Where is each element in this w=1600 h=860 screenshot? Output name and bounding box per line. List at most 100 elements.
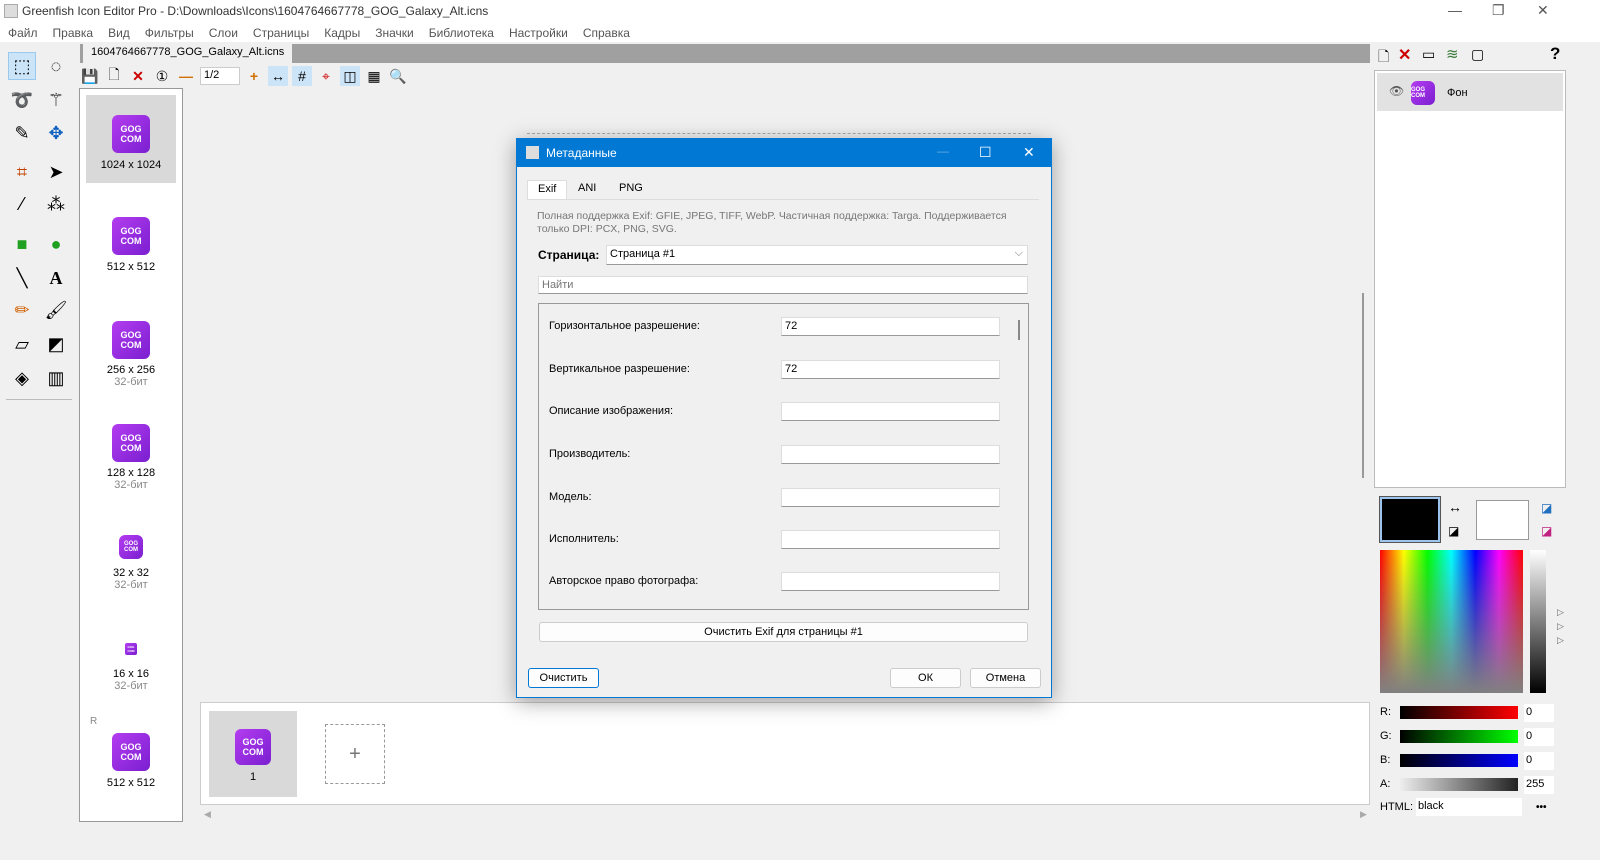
menu-frames[interactable]: Кадры xyxy=(324,26,360,40)
zoom-select[interactable]: 1/2 xyxy=(200,67,240,85)
clear-exif-page-button[interactable]: Очистить Exif для страницы #1 xyxy=(539,622,1028,642)
layer-row[interactable]: 👁 GOG COM Фон xyxy=(1377,73,1563,111)
page-select[interactable]: Страница #1 ⌵ xyxy=(606,245,1028,265)
inverse-icon[interactable]: ◪ xyxy=(1541,524,1552,538)
b-value[interactable]: 0 xyxy=(1524,752,1554,770)
lasso-icon[interactable]: ➰ xyxy=(8,86,36,114)
menu-library[interactable]: Библиотека xyxy=(429,26,494,40)
frame-thumb[interactable]: GOG COM 1 xyxy=(209,711,297,797)
brush-icon[interactable]: 🖌 xyxy=(42,296,70,324)
tile-icon[interactable]: ◫ xyxy=(340,66,360,86)
rect-select-icon[interactable]: ⬚ xyxy=(8,52,36,80)
transparent-icon[interactable]: ◪ xyxy=(1541,501,1552,515)
r-slider[interactable] xyxy=(1400,706,1518,719)
page-thumb[interactable]: GOG COM 1024 x 1024 xyxy=(86,95,176,183)
page-thumb[interactable]: GOG COM 512 x 512 xyxy=(86,217,176,273)
field-input[interactable] xyxy=(781,530,1000,549)
magnifier-icon[interactable]: 🔍 xyxy=(388,66,408,86)
rectangle-icon[interactable]: ■ xyxy=(8,230,36,258)
field-input[interactable] xyxy=(781,488,1000,507)
new-layer-icon[interactable]: 🗋 xyxy=(1378,46,1389,70)
scroll-right-icon[interactable]: ▶ xyxy=(1360,809,1367,820)
page-thumb[interactable]: GOG COM 256 x 256 32-бит xyxy=(86,321,176,388)
menu-view[interactable]: Вид xyxy=(108,26,130,40)
move-icon[interactable]: ✥ xyxy=(42,119,70,147)
a-value[interactable]: 255 xyxy=(1524,776,1554,794)
delete-layer-icon[interactable]: ✕ xyxy=(1398,45,1411,65)
fill-icon[interactable]: ◈ xyxy=(8,364,36,392)
minimize-button[interactable]: — xyxy=(1448,2,1462,18)
field-input[interactable]: 72 xyxy=(781,360,1000,379)
field-input[interactable] xyxy=(781,445,1000,464)
page-thumb[interactable]: GOG COM 32 x 32 32-бит xyxy=(86,535,176,591)
zoom-in-icon[interactable]: + xyxy=(244,66,264,86)
ellipse-select-icon[interactable]: ◌ xyxy=(42,52,70,80)
menu-filters[interactable]: Фильтры xyxy=(145,26,194,40)
properties-scrollbar[interactable] xyxy=(1018,320,1020,340)
page-thumb[interactable]: GOG COM 128 x 128 32-бит xyxy=(86,424,176,491)
primary-color[interactable] xyxy=(1379,496,1441,543)
field-input[interactable] xyxy=(781,572,1000,591)
menu-help[interactable]: Справка xyxy=(583,26,630,40)
more-button[interactable]: ••• xyxy=(1536,802,1547,813)
g-value[interactable]: 0 xyxy=(1524,728,1554,746)
ellipse-icon[interactable]: ● xyxy=(42,230,70,258)
ok-button[interactable]: ОК xyxy=(890,668,961,688)
menu-file[interactable]: Файл xyxy=(8,26,38,40)
vertical-scrollbar[interactable] xyxy=(1362,293,1364,478)
crosshair-icon[interactable]: ⌖ xyxy=(316,66,336,86)
clear-button[interactable]: Очистить xyxy=(528,668,599,688)
layer-properties-icon[interactable]: ▭ xyxy=(1422,46,1435,63)
dialog-maximize-button[interactable]: ☐ xyxy=(979,144,992,161)
tab-exif[interactable]: Exif xyxy=(527,180,568,199)
lightness-slider[interactable] xyxy=(1530,550,1546,693)
crop-icon[interactable]: ⌗ xyxy=(8,158,36,186)
cancel-button[interactable]: Отмена xyxy=(970,668,1041,688)
pointer-icon[interactable]: ➤ xyxy=(42,158,70,186)
pencil-icon[interactable]: ✏ xyxy=(8,296,36,324)
dialog-close-button[interactable]: ✕ xyxy=(1023,144,1035,161)
g-slider[interactable] xyxy=(1400,730,1518,743)
a-slider[interactable] xyxy=(1400,778,1518,791)
dialog-minimize-button[interactable]: — xyxy=(937,144,949,158)
merge-layers-icon[interactable]: ≋ xyxy=(1446,45,1459,63)
page-thumb[interactable]: GOG COM 16 x 16 32-бит xyxy=(86,643,176,692)
layer-from-selection-icon[interactable]: ▢ xyxy=(1471,46,1484,63)
tab-png[interactable]: PNG xyxy=(609,180,653,199)
menu-layers[interactable]: Слои xyxy=(209,26,238,40)
expand-icon[interactable]: ▷ ▷ ▷ xyxy=(1557,605,1564,647)
zoom-out-icon[interactable]: — xyxy=(176,66,196,86)
secondary-color[interactable] xyxy=(1476,500,1529,540)
spray-icon[interactable]: ⁂ xyxy=(42,190,70,218)
color-spectrum[interactable] xyxy=(1380,550,1523,693)
gradient-icon[interactable]: ▥ xyxy=(42,364,70,392)
add-frame-button[interactable]: + xyxy=(325,724,385,784)
scroll-left-icon[interactable]: ◀ xyxy=(204,809,211,820)
maximize-button[interactable]: ❐ xyxy=(1492,2,1505,19)
close-button[interactable]: ✕ xyxy=(1537,2,1549,19)
r-value[interactable]: 0 xyxy=(1524,704,1554,722)
eyedropper-icon[interactable]: ⁄ xyxy=(8,190,36,218)
document-tab[interactable]: 1604764667778_GOG_Galaxy_Alt.icns xyxy=(83,44,293,63)
delete-icon[interactable]: ✕ xyxy=(128,66,148,86)
filmstrip-icon[interactable]: ▦ xyxy=(364,66,384,86)
eye-icon[interactable]: 👁 xyxy=(1389,84,1404,98)
html-color-input[interactable]: black xyxy=(1416,798,1522,816)
new-page-icon[interactable]: 🗋 xyxy=(104,66,124,86)
menu-icons[interactable]: Значки xyxy=(375,26,414,40)
swap-colors-icon[interactable]: ↔ xyxy=(1448,499,1462,515)
line-icon[interactable]: ╲ xyxy=(8,264,36,292)
grid-icon[interactable]: # xyxy=(292,66,312,86)
magic-wand-icon[interactable]: ⚚ xyxy=(42,86,70,114)
actual-size-icon[interactable]: ① xyxy=(152,66,172,86)
eraser-icon[interactable]: ▱ xyxy=(8,330,36,358)
fit-icon[interactable]: ↔ xyxy=(268,66,288,86)
field-input[interactable]: 72 xyxy=(781,317,1000,336)
page-thumb[interactable]: GOG COM 512 x 512 xyxy=(86,733,176,789)
tab-ani[interactable]: ANI xyxy=(568,180,606,199)
help-icon[interactable]: ? xyxy=(1550,44,1560,64)
save-icon[interactable]: 💾 xyxy=(80,66,100,86)
search-input[interactable] xyxy=(538,276,1028,294)
text-icon[interactable]: A xyxy=(42,264,70,292)
color-replace-icon[interactable]: ◩ xyxy=(42,330,70,358)
